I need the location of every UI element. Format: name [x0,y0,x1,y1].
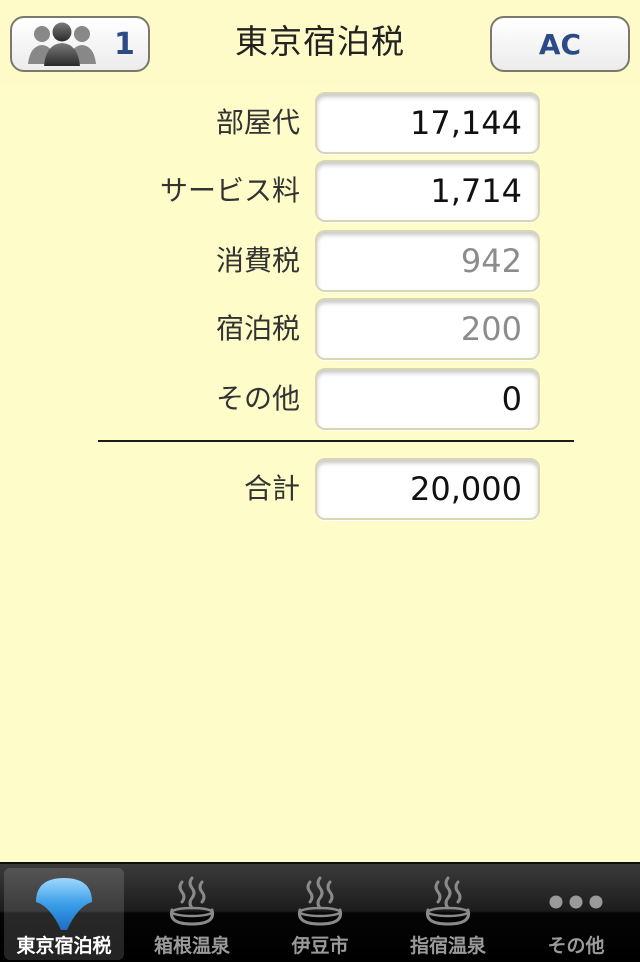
consumption-tax-row: 消費税 942 [0,230,640,292]
hot-spring-icon [297,876,343,926]
accommodation-tax-row: 宿泊税 200 [0,298,640,360]
total-field[interactable]: 20,000 [315,458,540,520]
room-charge-label: 部屋代 [215,106,300,139]
tab-bar: 東京宿泊税 箱根温泉 伊豆市 指宿温泉 その他 [0,862,640,962]
tab-hakone[interactable]: 箱根温泉 [132,868,252,960]
hot-spring-icon [169,876,215,926]
room-charge-row: 部屋代 17,144 [0,92,640,154]
people-count-button[interactable]: 1 [10,16,150,72]
tab-label: 指宿温泉 [409,935,486,957]
tab-label: その他 [547,935,605,957]
tab-other[interactable]: その他 [516,868,636,960]
other-field[interactable]: 0 [315,368,540,430]
service-charge-label: サービス料 [159,174,300,207]
calculator-form: 部屋代 17,144 サービス料 1,714 消費税 942 宿泊税 200 そ… [0,86,640,862]
tab-label: 東京宿泊税 [16,935,112,957]
divider [98,440,574,442]
consumption-tax-label: 消費税 [215,244,300,277]
tab-tokyo[interactable]: 東京宿泊税 [4,868,124,960]
people-count: 1 [114,26,135,62]
service-charge-field[interactable]: 1,714 [315,160,540,222]
room-charge-field[interactable]: 17,144 [315,92,540,154]
people-icon [28,22,96,66]
total-label: 合計 [243,472,300,505]
accommodation-tax-field: 200 [315,298,540,360]
tokyo-tower-icon [36,878,92,930]
more-icon [549,895,603,909]
other-label: その他 [215,382,300,415]
tab-ibusuki[interactable]: 指宿温泉 [388,868,508,960]
other-row: その他 0 [0,368,640,430]
navigation-bar: 東京宿泊税 1 AC [0,0,640,86]
tab-label: 箱根温泉 [153,935,230,957]
accommodation-tax-label: 宿泊税 [215,312,300,345]
hot-spring-icon [425,876,471,926]
tab-label: 伊豆市 [291,935,349,957]
ac-button[interactable]: AC [490,16,630,72]
service-charge-row: サービス料 1,714 [0,160,640,222]
total-row: 合計 20,000 [0,458,640,520]
consumption-tax-field: 942 [315,230,540,292]
tab-izu[interactable]: 伊豆市 [260,868,380,960]
